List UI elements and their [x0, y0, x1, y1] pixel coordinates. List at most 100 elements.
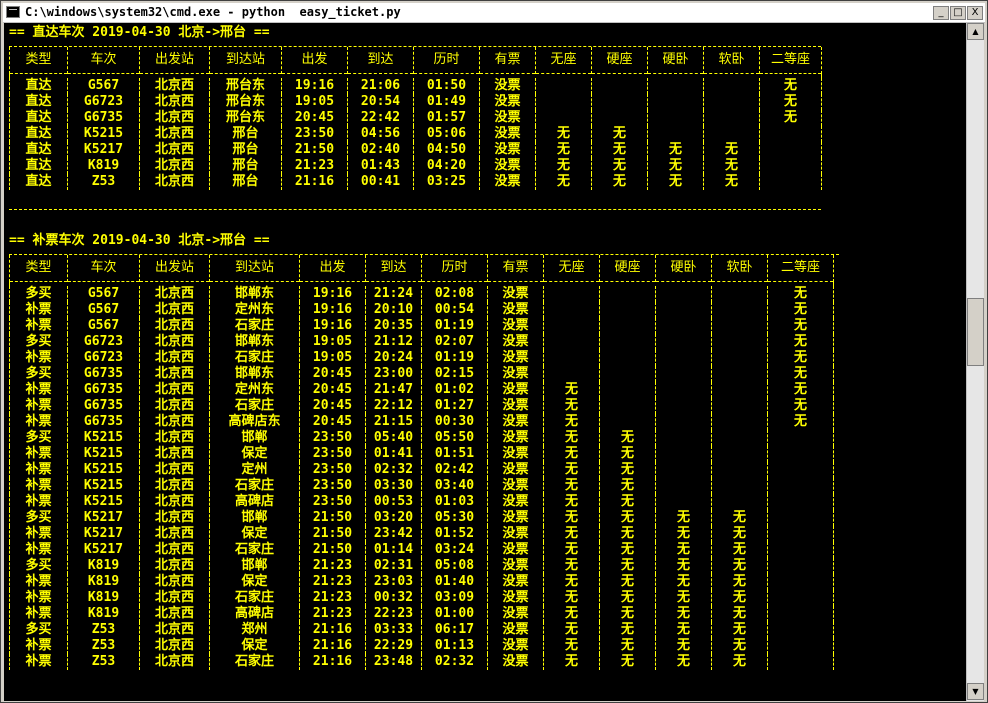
table-cell: 石家庄 — [209, 398, 300, 414]
table-cell: 没票 — [487, 622, 544, 638]
table-cell — [647, 94, 704, 110]
table-cell: 没票 — [487, 526, 544, 542]
table-cell: 无 — [543, 558, 600, 574]
table-cell — [655, 446, 712, 462]
table-cell: 02:15 — [421, 366, 488, 382]
table-row: 补票 K819 北京西 高碑店 21:23 22:23 01:00 没票无无无无 — [9, 606, 834, 622]
column-header: 硬卧 — [655, 255, 712, 282]
maximize-button[interactable]: □ — [950, 6, 966, 20]
table-cell: 邢台 — [209, 174, 282, 190]
table-cell: 04:56 — [347, 126, 414, 142]
table-cell — [767, 526, 834, 542]
table-cell: 01:51 — [421, 446, 488, 462]
table-cell: 北京西 — [139, 622, 210, 638]
table-cell: 石家庄 — [209, 478, 300, 494]
table-cell: 没票 — [479, 78, 536, 94]
table-cell: 无 — [711, 638, 768, 654]
table-cell — [655, 318, 712, 334]
table-cell: 无 — [543, 654, 600, 670]
table-cell: 没票 — [487, 430, 544, 446]
table-cell: 20:35 — [365, 318, 422, 334]
table-cell: 直达 — [9, 142, 68, 158]
table-cell: 无 — [599, 542, 656, 558]
table-cell — [711, 446, 768, 462]
table-cell: 补票 — [9, 462, 68, 478]
table-cell: 无 — [711, 622, 768, 638]
table-cell — [759, 174, 822, 190]
table-cell: 没票 — [487, 494, 544, 510]
table-cell: 邯郸东 — [209, 366, 300, 382]
table-cell: Z53 — [67, 638, 140, 654]
table-cell — [543, 350, 600, 366]
table-cell: 无 — [655, 606, 712, 622]
table-cell: 补票 — [9, 382, 68, 398]
table-cell: 邯郸 — [209, 558, 300, 574]
title-bar[interactable]: C:\windows\system32\cmd.exe - python eas… — [3, 3, 985, 23]
table-cell: 无 — [543, 398, 600, 414]
table-cell: 无 — [711, 558, 768, 574]
table-cell — [599, 350, 656, 366]
table-cell: 19:05 — [281, 94, 348, 110]
table-cell: 无 — [767, 334, 834, 350]
table-cell: 没票 — [487, 542, 544, 558]
table-cell: 无 — [767, 414, 834, 430]
table-cell — [767, 558, 834, 574]
table-cell — [711, 462, 768, 478]
table-cell: 邯郸 — [209, 430, 300, 446]
table-cell: 无 — [591, 126, 648, 142]
table-cell: 北京西 — [139, 558, 210, 574]
table-cell: 北京西 — [139, 350, 210, 366]
column-header: 硬座 — [591, 47, 648, 74]
table-cell: 无 — [711, 606, 768, 622]
table-cell: 03:20 — [365, 510, 422, 526]
scroll-down-icon[interactable]: ▼ — [967, 683, 984, 700]
vertical-scrollbar[interactable]: ▲ ▼ — [966, 23, 984, 701]
close-button[interactable]: X — [967, 6, 983, 20]
table-cell — [543, 286, 600, 302]
table-row: 补票 K819 北京西 保定 21:23 23:03 01:40 没票无无无无 — [9, 574, 834, 590]
table-row: 直达 Z53 北京西 邢台 21:16 00:41 03:25 没票无无无无 — [9, 174, 822, 190]
table-cell — [767, 574, 834, 590]
table-cell — [655, 286, 712, 302]
table-cell: 直达 — [9, 94, 68, 110]
table-cell: Z53 — [67, 622, 140, 638]
table-cell: 邯郸东 — [209, 334, 300, 350]
table-cell: 没票 — [479, 110, 536, 126]
table-row: 补票 G6735 北京西 石家庄 20:45 22:12 01:27 没票无无 — [9, 398, 834, 414]
table-cell: 没票 — [479, 94, 536, 110]
table-cell: 01:14 — [365, 542, 422, 558]
table-cell: 01:03 — [421, 494, 488, 510]
column-header: 硬座 — [599, 255, 656, 282]
table-cell: 补票 — [9, 350, 68, 366]
table-cell: 没票 — [487, 638, 544, 654]
table-cell: 北京西 — [139, 462, 210, 478]
table-cell: 无 — [599, 606, 656, 622]
table-cell: 北京西 — [139, 398, 210, 414]
table-cell: 无 — [599, 558, 656, 574]
table-cell: 23:42 — [365, 526, 422, 542]
table-cell: 无 — [655, 558, 712, 574]
cmd-app-icon[interactable] — [6, 6, 20, 18]
table-cell: 北京西 — [139, 126, 210, 142]
table-cell: 无 — [759, 78, 822, 94]
table-cell: 北京西 — [139, 542, 210, 558]
table-cell: 20:24 — [365, 350, 422, 366]
table-cell — [599, 318, 656, 334]
table-cell: 无 — [655, 638, 712, 654]
scrollbar-thumb[interactable] — [967, 298, 984, 366]
table-cell: 21:16 — [299, 638, 366, 654]
console-output[interactable]: == 直达车次 2019-04-30 北京->邢台 == 类型 车次 出发站 到达站出… — [4, 23, 966, 701]
scroll-up-icon[interactable]: ▲ — [967, 23, 984, 40]
table-cell: 21:50 — [299, 526, 366, 542]
table-row: 直达 K5215 北京西 邢台 23:50 04:56 05:06 没票无无 — [9, 126, 822, 142]
table-cell: 石家庄 — [209, 318, 300, 334]
table-cell: 无 — [655, 590, 712, 606]
table-cell: 21:23 — [299, 558, 366, 574]
table-cell: 01:41 — [365, 446, 422, 462]
table-cell: 北京西 — [139, 414, 210, 430]
table-row: 补票 G6723 北京西 石家庄 19:05 20:24 01:19 没票 无 — [9, 350, 834, 366]
table-cell: K819 — [67, 574, 140, 590]
table-cell: 23:50 — [281, 126, 348, 142]
table-cell: 多买 — [9, 622, 68, 638]
minimize-button[interactable]: _ — [933, 6, 949, 20]
